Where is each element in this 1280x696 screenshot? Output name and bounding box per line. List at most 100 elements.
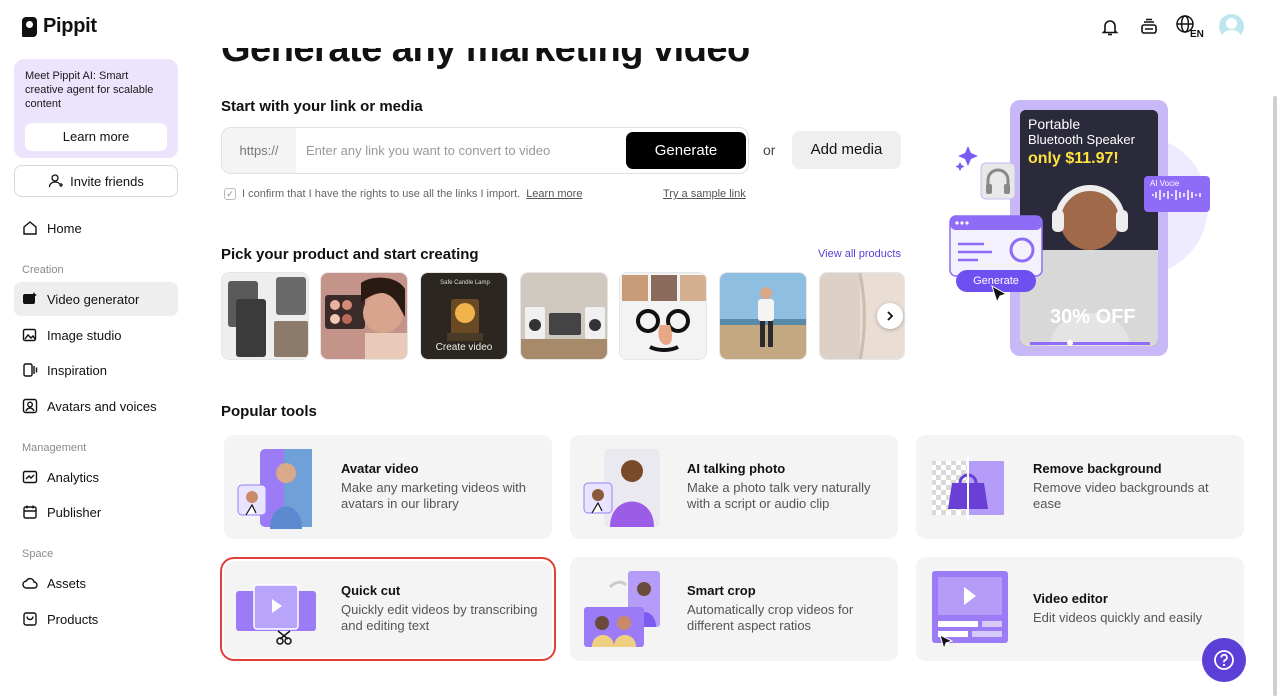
novelty-glasses-image: [620, 273, 706, 359]
tool-title: Quick cut: [341, 583, 401, 598]
smart-crop-thumbnail: [584, 571, 660, 647]
sidebar-item-label: Image studio: [47, 327, 122, 343]
tool-card-ai-talking-photo[interactable]: AI talking photo Make a photo talk very …: [570, 435, 898, 539]
sidebar: Pippit Meet Pippit AI: Smart creative ag…: [0, 0, 192, 696]
headphones-icon: [980, 162, 1016, 200]
url-prefix: https://: [222, 128, 296, 173]
sidebar-item-label: Avatars and voices: [47, 398, 157, 414]
tool-title: Avatar video: [341, 461, 419, 476]
sidebar-item-inspiration[interactable]: Inspiration: [14, 353, 178, 387]
avatar-icon: [22, 398, 38, 414]
tool-card-quick-cut[interactable]: Quick cut Quickly edit videos by transcr…: [220, 557, 556, 661]
view-all-products-link[interactable]: View all products: [818, 248, 901, 260]
promo-card: Meet Pippit AI: Smart creative agent for…: [14, 59, 178, 158]
tool-card-smart-crop[interactable]: Smart crop Automatically crop videos for…: [570, 557, 898, 661]
help-button[interactable]: [1202, 638, 1246, 682]
rights-confirmation: ✓ I confirm that I have the rights to us…: [224, 188, 582, 200]
generate-button[interactable]: Generate: [626, 132, 746, 169]
tool-description: Remove video backgrounds at ease: [1033, 480, 1209, 511]
sidebar-item-publisher[interactable]: Publisher: [14, 495, 178, 529]
promo-title-line2: Bluetooth Speaker: [1028, 132, 1135, 147]
sidebar-item-home[interactable]: Home: [14, 211, 178, 245]
ai-voice-badge: AI Vocie: [1144, 176, 1210, 212]
product-card-beach[interactable]: [719, 272, 807, 360]
confirm-learn-more-link[interactable]: Learn more: [526, 188, 582, 200]
video-generator-icon: [22, 291, 38, 307]
user-avatar[interactable]: [1219, 14, 1244, 39]
confirm-text: I confirm that I have the rights to use …: [242, 188, 521, 200]
ai-voice-label: AI Vocie: [1150, 179, 1180, 188]
promo-discount: 30% OFF: [1050, 306, 1136, 328]
sidebar-item-avatars-voices[interactable]: Avatars and voices: [14, 389, 178, 423]
avatar-video-thumbnail: [237, 449, 312, 529]
invite-friends-label: Invite friends: [70, 173, 144, 189]
ai-talking-photo-thumbnail: [583, 449, 660, 527]
products-next-button[interactable]: [877, 303, 903, 329]
section-management: Management: [22, 442, 87, 454]
sidebar-item-label: Publisher: [47, 504, 102, 520]
analytics-icon: [22, 469, 38, 485]
tool-card-video-editor[interactable]: Video editor Edit videos quickly and eas…: [916, 557, 1244, 661]
quick-cut-thumbnail: [236, 584, 316, 645]
or-separator: or: [763, 142, 776, 158]
chevron-right-icon: [887, 311, 894, 321]
promo-price: only $11.97!: [1028, 150, 1119, 167]
language-icon[interactable]: EN: [1175, 14, 1205, 39]
product-card-speakers[interactable]: [520, 272, 608, 360]
speakers-image: [521, 273, 607, 359]
product-card-novelty-glasses[interactable]: [619, 272, 707, 360]
products-heading: Pick your product and start creating: [221, 246, 479, 263]
sidebar-item-assets[interactable]: Assets: [14, 566, 178, 600]
rights-checkbox[interactable]: ✓: [224, 188, 236, 200]
sidebar-item-label: Products: [47, 611, 99, 627]
calendar-icon: [22, 504, 38, 520]
tablet-case-image: [222, 273, 308, 359]
product-card-candle-lamp[interactable]: Safe Candle Lamp Create video: [420, 272, 508, 360]
pippit-logo[interactable]: Pippit: [22, 15, 97, 38]
promo-text: Meet Pippit AI: Smart creative agent for…: [25, 70, 154, 110]
invite-friends-button[interactable]: Invite friends: [14, 165, 178, 197]
sidebar-item-analytics[interactable]: Analytics: [14, 460, 178, 494]
hero-illustration: Portable Bluetooth Speaker only $11.97! …: [938, 96, 1218, 364]
add-media-button[interactable]: Add media: [792, 131, 901, 169]
storage-icon[interactable]: [1136, 14, 1161, 39]
waveform-icon: [1152, 190, 1201, 200]
pippit-logo-icon: [22, 16, 37, 37]
image-studio-icon: [22, 327, 38, 343]
link-section-heading: Start with your link or media: [221, 98, 423, 115]
product-card-tablet[interactable]: [221, 272, 309, 360]
question-icon: [1214, 650, 1234, 670]
sample-link[interactable]: Try a sample link: [663, 188, 746, 200]
cursor-icon: [991, 284, 1008, 304]
video-editor-thumbnail: [932, 571, 1008, 651]
brand-name: Pippit: [43, 15, 97, 37]
tool-card-avatar-video[interactable]: Avatar video Make any marketing videos w…: [224, 435, 552, 539]
promo-title: Portable Bluetooth Speaker: [1028, 116, 1135, 148]
page-scrollbar[interactable]: [1273, 96, 1277, 696]
sidebar-item-products[interactable]: Products: [14, 602, 178, 636]
sidebar-item-label: Home: [47, 220, 82, 236]
tool-description: Quickly edit videos by transcribing and …: [341, 602, 538, 633]
svg-text:EN: EN: [1190, 29, 1204, 39]
tool-card-remove-background[interactable]: Remove background Remove video backgroun…: [916, 435, 1244, 539]
topbar-actions: EN: [1097, 14, 1244, 39]
remove-background-thumbnail: [932, 455, 1004, 521]
inspiration-icon: [22, 362, 38, 378]
header-mask: [192, 0, 920, 48]
popular-tools-heading: Popular tools: [221, 403, 317, 420]
tool-description: Make a photo talk very naturally with a …: [687, 480, 871, 511]
bell-icon[interactable]: [1097, 14, 1122, 39]
product-card-makeup[interactable]: [320, 272, 408, 360]
sidebar-item-video-generator[interactable]: Video generator: [14, 282, 178, 316]
add-user-icon: [48, 173, 64, 189]
section-space: Space: [22, 548, 54, 560]
sidebar-item-label: Inspiration: [47, 362, 107, 378]
link-input[interactable]: [306, 128, 616, 173]
link-input-bar: https:// Generate: [221, 127, 749, 174]
sidebar-item-image-studio[interactable]: Image studio: [14, 318, 178, 352]
learn-more-button[interactable]: Learn more: [25, 123, 167, 151]
tool-description: Make any marketing videos with avatars i…: [341, 480, 526, 511]
tool-title: Video editor: [1033, 591, 1108, 606]
tool-title: AI talking photo: [687, 461, 786, 476]
sidebar-item-label: Video generator: [47, 291, 140, 307]
